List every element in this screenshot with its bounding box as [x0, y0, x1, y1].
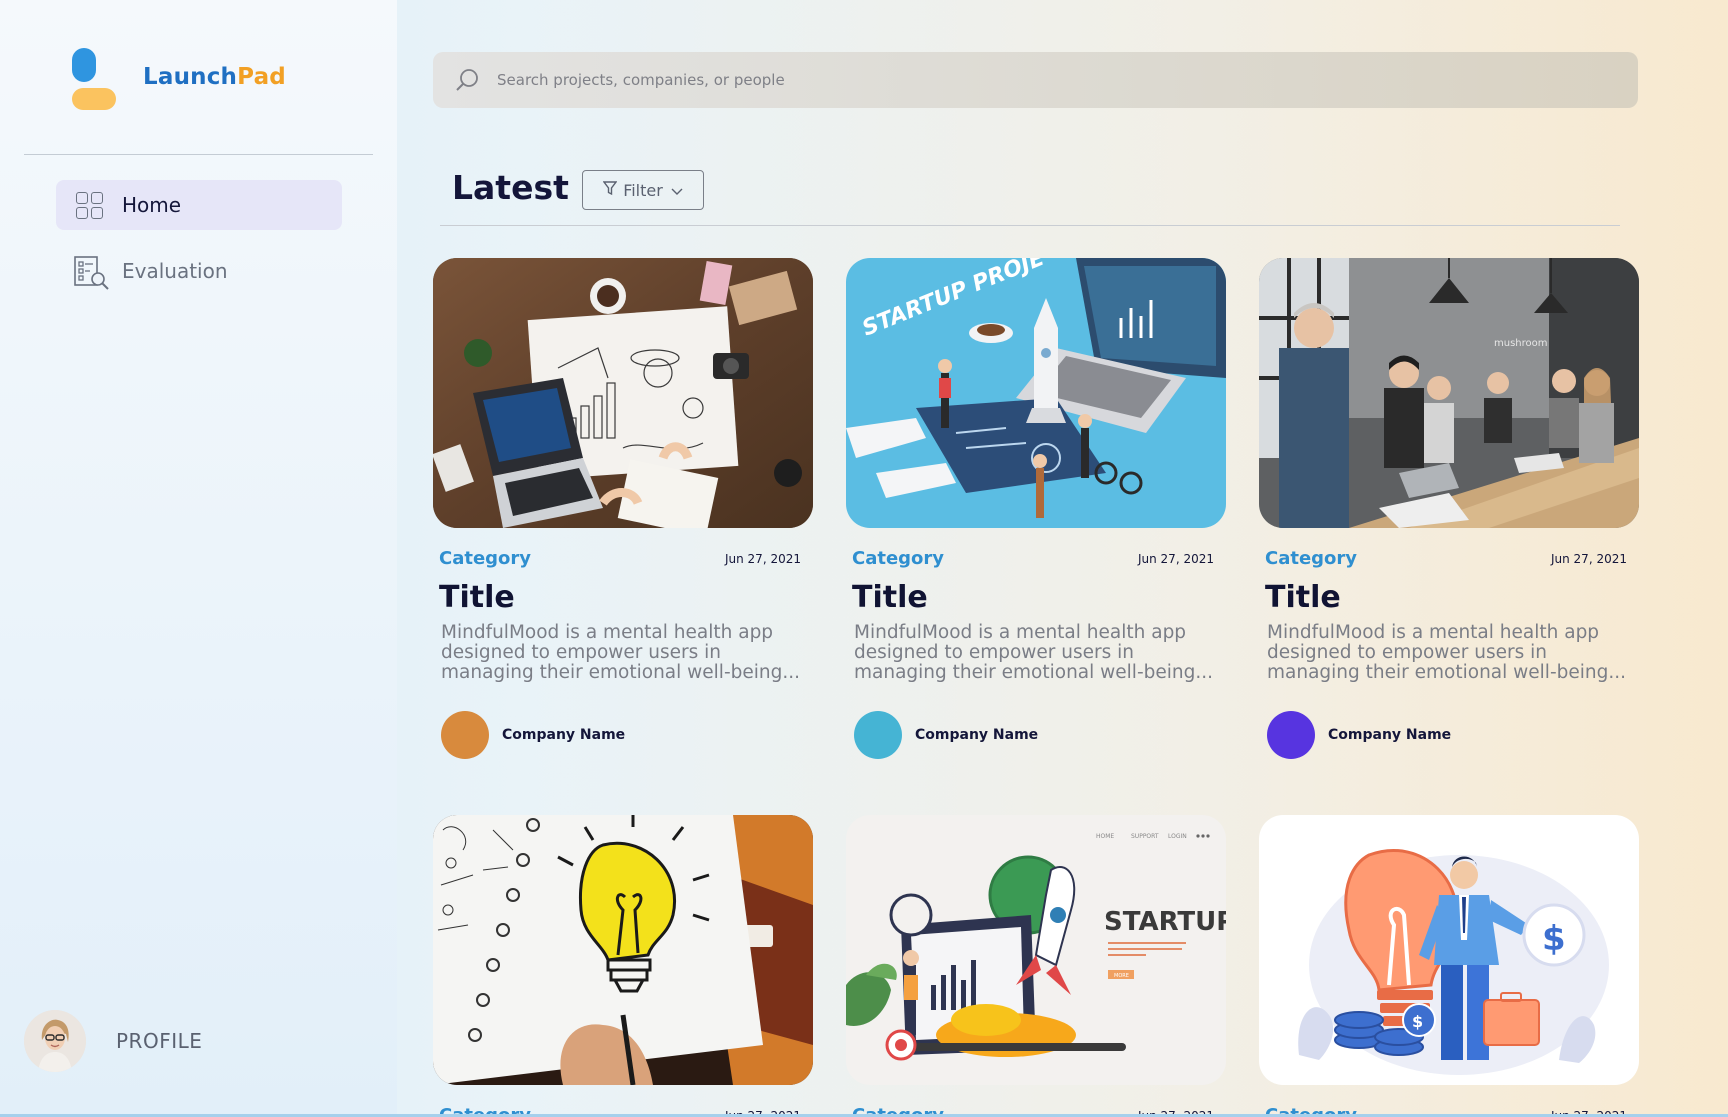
coin-dollar-text: $	[1412, 1012, 1423, 1031]
filter-label: Filter	[623, 180, 663, 200]
card-category[interactable]: Category	[1265, 548, 1357, 569]
card-date: Jun 27, 2021	[724, 552, 801, 566]
main-content: Search projects, companies, or people La…	[397, 0, 1728, 1117]
search-icon	[455, 67, 481, 93]
project-card[interactable]: STARTUP PROJE Category Jun 27, 2021 Titl…	[846, 258, 1226, 759]
sidebar: LaunchPad Home Evaluation PROFILE	[0, 0, 397, 1117]
project-card[interactable]: Category Jun 27, 2021	[433, 815, 813, 1117]
evaluation-icon	[74, 256, 109, 290]
image-nav-support: SUPPORT	[1131, 833, 1159, 840]
card-category[interactable]: Category	[439, 548, 531, 569]
card-description: MindfulMood is a mental health app desig…	[854, 623, 1213, 683]
company-link[interactable]: Company Name	[854, 711, 1226, 759]
sidebar-item-label: Evaluation	[122, 259, 228, 283]
card-description: MindfulMood is a mental health app desig…	[1267, 623, 1626, 683]
logo-text-part2: Pad	[237, 64, 286, 90]
card-image-meeting-room[interactable]: mushroom	[1259, 258, 1639, 528]
card-image-investment-idea[interactable]: $ $	[1259, 815, 1639, 1085]
project-card[interactable]: $ $ Category Jun 27, 2021	[1259, 815, 1639, 1117]
company-avatar	[854, 711, 902, 759]
grid-icon	[74, 190, 104, 220]
content-divider	[440, 225, 1620, 226]
company-name: Company Name	[915, 727, 1039, 743]
card-title[interactable]: Title	[852, 580, 1226, 615]
image-text: STARTUP	[1104, 907, 1226, 937]
logo-mark-top	[72, 48, 96, 82]
sidebar-divider	[24, 154, 373, 155]
sidebar-item-label: Home	[122, 193, 182, 217]
card-description: MindfulMood is a mental health app desig…	[441, 623, 800, 683]
card-date: Jun 27, 2021	[1137, 552, 1214, 566]
card-image-workspace[interactable]	[433, 258, 813, 528]
logo-text-part1: Launch	[143, 64, 238, 90]
logo-text: LaunchPad	[143, 64, 286, 90]
project-card[interactable]: Category Jun 27, 2021 Title MindfulMood …	[433, 258, 813, 759]
company-avatar	[441, 711, 489, 759]
page-title: Latest	[452, 168, 569, 207]
logo-mark-bottom	[72, 88, 116, 110]
company-name: Company Name	[1328, 727, 1452, 743]
company-name: Company Name	[502, 727, 626, 743]
sidebar-item-home[interactable]: Home	[56, 180, 342, 230]
profile[interactable]: PROFILE	[24, 1010, 202, 1072]
sidebar-item-evaluation[interactable]: Evaluation	[56, 246, 342, 296]
logo[interactable]: LaunchPad	[72, 48, 322, 110]
filter-button[interactable]: Filter	[582, 170, 704, 210]
image-text: mushroom	[1494, 338, 1548, 349]
search-bar[interactable]: Search projects, companies, or people	[433, 52, 1638, 108]
card-title[interactable]: Title	[439, 580, 813, 615]
company-link[interactable]: Company Name	[1267, 711, 1639, 759]
project-card[interactable]: HOME SUPPORT LOGIN STARTUP MORE Category…	[846, 815, 1226, 1117]
chevron-down-icon	[671, 181, 683, 200]
card-category[interactable]: Category	[852, 548, 944, 569]
profile-label: PROFILE	[116, 1029, 203, 1053]
company-avatar	[1267, 711, 1315, 759]
avatar[interactable]	[24, 1010, 86, 1072]
dollar-badge-text: $	[1542, 919, 1566, 959]
card-image-startup-project[interactable]: STARTUP PROJE	[846, 258, 1226, 528]
card-date: Jun 27, 2021	[1550, 552, 1627, 566]
image-nav-login: LOGIN	[1168, 833, 1187, 840]
image-nav-home: HOME	[1096, 833, 1114, 840]
card-title[interactable]: Title	[1265, 580, 1639, 615]
search-input[interactable]: Search projects, companies, or people	[497, 71, 785, 89]
card-image-lightbulb-notebook[interactable]	[433, 815, 813, 1085]
card-image-startup-landing[interactable]: HOME SUPPORT LOGIN STARTUP MORE	[846, 815, 1226, 1085]
funnel-icon	[602, 180, 618, 200]
image-button-text: MORE	[1114, 973, 1129, 979]
project-card[interactable]: mushroom Category Jun 27, 2021 Title Min…	[1259, 258, 1639, 759]
company-link[interactable]: Company Name	[441, 711, 813, 759]
